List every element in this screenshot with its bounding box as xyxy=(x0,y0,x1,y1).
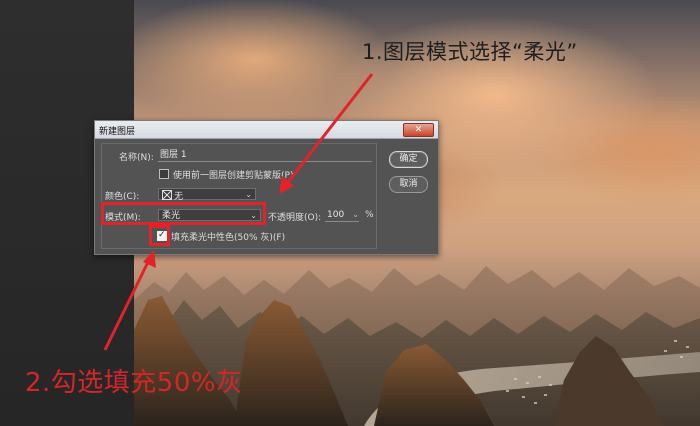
color-label: 颜色(C): xyxy=(105,192,140,202)
chevron-down-icon[interactable]: ⌄ xyxy=(352,209,359,220)
new-layer-dialog: 新建图层 ✕ 名称(N): 图层 1 使用前一图层创建剪贴蒙版(P) 颜色(C)… xyxy=(94,120,439,255)
clip-mask-checkbox[interactable] xyxy=(159,169,169,179)
cancel-button[interactable]: 取消 xyxy=(389,176,428,193)
ok-button[interactable]: 确定 xyxy=(389,151,428,168)
mode-highlight-box xyxy=(101,202,266,225)
color-select[interactable]: 无 ⌄ xyxy=(158,188,256,202)
opacity-unit: % xyxy=(365,210,374,220)
opacity-input[interactable]: 100 ⌄ xyxy=(325,210,359,222)
dialog-titlebar[interactable]: 新建图层 ✕ xyxy=(95,121,438,139)
dialog-title: 新建图层 xyxy=(99,127,136,137)
opacity-label: 不透明度(O): xyxy=(268,213,322,223)
color-value: 无 xyxy=(174,192,184,202)
annotation-step2: 2.勾选填充50%灰 xyxy=(25,368,243,398)
close-button[interactable]: ✕ xyxy=(403,123,434,137)
opacity-value: 100 xyxy=(327,210,345,220)
layer-name-input[interactable]: 图层 1 xyxy=(158,150,372,162)
close-icon: ✕ xyxy=(414,125,423,135)
name-label: 名称(N): xyxy=(119,153,154,163)
no-color-icon xyxy=(162,190,172,200)
annotation-step1: 1.图层模式选择“柔光” xyxy=(362,40,578,64)
clip-mask-label: 使用前一图层创建剪贴蒙版(P) xyxy=(173,171,294,181)
fill-neutral-label: 填充柔光中性色(50% 灰)(F) xyxy=(171,233,286,243)
chevron-down-icon: ⌄ xyxy=(245,190,252,199)
checkbox-highlight-box xyxy=(149,225,170,246)
